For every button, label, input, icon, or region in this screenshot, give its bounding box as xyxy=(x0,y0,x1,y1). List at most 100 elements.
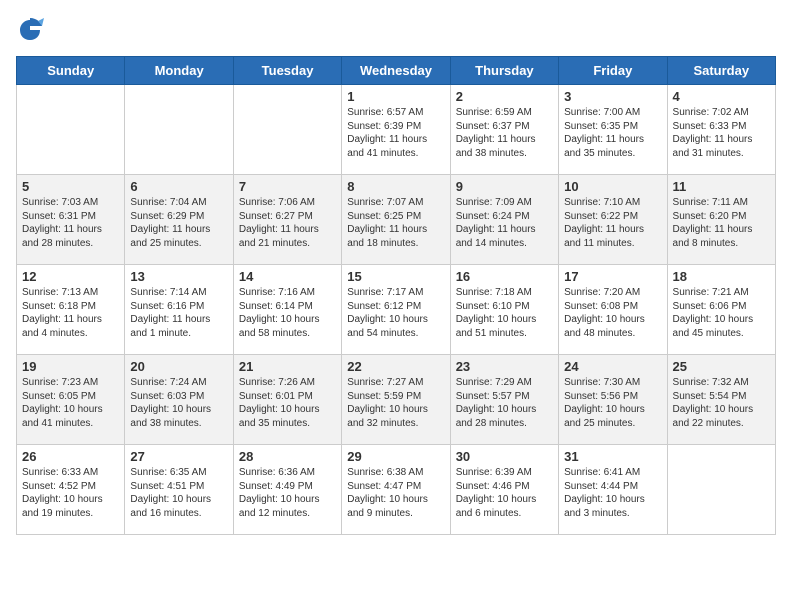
day-info: Sunrise: 7:11 AM Sunset: 6:20 PM Dayligh… xyxy=(673,196,770,250)
day-info: Sunrise: 6:57 AM Sunset: 6:39 PM Dayligh… xyxy=(347,106,444,160)
day-number: 15 xyxy=(347,269,444,284)
calendar-week-3: 12 Sunrise: 7:13 AM Sunset: 6:18 PM Dayli… xyxy=(17,265,776,355)
day-number: 17 xyxy=(564,269,661,284)
day-info: Sunrise: 7:04 AM Sunset: 6:29 PM Dayligh… xyxy=(130,196,227,250)
day-info: Sunrise: 7:26 AM Sunset: 6:01 PM Dayligh… xyxy=(239,376,336,430)
day-info: Sunrise: 7:02 AM Sunset: 6:33 PM Dayligh… xyxy=(673,106,770,160)
day-number: 26 xyxy=(22,449,119,464)
day-number: 19 xyxy=(22,359,119,374)
calendar-cell: 28Sunrise: 6:36 AM Sunset: 4:49 PM Dayli… xyxy=(233,445,341,535)
day-info: Sunrise: 6:39 AM Sunset: 4:46 PM Dayligh… xyxy=(456,466,553,520)
calendar-cell: 9 Sunrise: 7:09 AM Sunset: 6:24 PM Daylig… xyxy=(450,175,558,265)
calendar-cell: 21 Sunrise: 7:26 AM Sunset: 6:01 PM Dayli… xyxy=(233,355,341,445)
day-info: Sunrise: 7:18 AM Sunset: 6:10 PM Dayligh… xyxy=(456,286,553,340)
day-info: Sunrise: 6:59 AM Sunset: 6:37 PM Dayligh… xyxy=(456,106,553,160)
day-info: Sunrise: 7:24 AM Sunset: 6:03 PM Dayligh… xyxy=(130,376,227,430)
day-number: 30 xyxy=(456,449,553,464)
calendar-cell: 14 Sunrise: 7:16 AM Sunset: 6:14 PM Dayli… xyxy=(233,265,341,355)
day-number: 2 xyxy=(456,89,553,104)
day-info: Sunrise: 7:10 AM Sunset: 6:22 PM Dayligh… xyxy=(564,196,661,250)
day-number: 5 xyxy=(22,179,119,194)
day-number: 10 xyxy=(564,179,661,194)
calendar-cell: 13Sunrise: 7:14 AM Sunset: 6:16 PM Dayli… xyxy=(125,265,233,355)
logo-icon xyxy=(16,16,44,44)
calendar-header-row: SundayMondayTuesdayWednesdayThursdayFrid… xyxy=(17,57,776,85)
day-number: 27 xyxy=(130,449,227,464)
day-number: 9 xyxy=(456,179,553,194)
calendar-cell xyxy=(233,85,341,175)
day-number: 12 xyxy=(22,269,119,284)
day-number: 14 xyxy=(239,269,336,284)
day-number: 31 xyxy=(564,449,661,464)
calendar-cell: 25 Sunrise: 7:32 AM Sunset: 5:54 PM Dayli… xyxy=(667,355,775,445)
calendar-cell: 16Sunrise: 7:18 AM Sunset: 6:10 PM Dayli… xyxy=(450,265,558,355)
calendar-cell: 7Sunrise: 7:06 AM Sunset: 6:27 PM Daylig… xyxy=(233,175,341,265)
day-info: Sunrise: 7:23 AM Sunset: 6:05 PM Dayligh… xyxy=(22,376,119,430)
day-info: Sunrise: 7:27 AM Sunset: 5:59 PM Dayligh… xyxy=(347,376,444,430)
day-info: Sunrise: 7:32 AM Sunset: 5:54 PM Dayligh… xyxy=(673,376,770,430)
calendar-cell: 2 Sunrise: 6:59 AM Sunset: 6:37 PM Daylig… xyxy=(450,85,558,175)
calendar-cell: 30 Sunrise: 6:39 AM Sunset: 4:46 PM Dayli… xyxy=(450,445,558,535)
page-header xyxy=(16,16,776,44)
calendar-cell: 24 Sunrise: 7:30 AM Sunset: 5:56 PM Dayli… xyxy=(559,355,667,445)
day-info: Sunrise: 6:35 AM Sunset: 4:51 PM Dayligh… xyxy=(130,466,227,520)
day-number: 20 xyxy=(130,359,227,374)
calendar-week-2: 5 Sunrise: 7:03 AM Sunset: 6:31 PM Daylig… xyxy=(17,175,776,265)
calendar-cell: 20 Sunrise: 7:24 AM Sunset: 6:03 PM Dayli… xyxy=(125,355,233,445)
calendar-cell: 3Sunrise: 7:00 AM Sunset: 6:35 PM Daylig… xyxy=(559,85,667,175)
day-header-monday: Monday xyxy=(125,57,233,85)
calendar-week-5: 26 Sunrise: 6:33 AM Sunset: 4:52 PM Dayli… xyxy=(17,445,776,535)
calendar-cell xyxy=(17,85,125,175)
day-number: 7 xyxy=(239,179,336,194)
day-info: Sunrise: 6:38 AM Sunset: 4:47 PM Dayligh… xyxy=(347,466,444,520)
day-number: 23 xyxy=(456,359,553,374)
calendar-cell: 19 Sunrise: 7:23 AM Sunset: 6:05 PM Dayli… xyxy=(17,355,125,445)
day-number: 8 xyxy=(347,179,444,194)
day-number: 3 xyxy=(564,89,661,104)
day-header-tuesday: Tuesday xyxy=(233,57,341,85)
day-info: Sunrise: 6:33 AM Sunset: 4:52 PM Dayligh… xyxy=(22,466,119,520)
calendar-cell: 29 Sunrise: 6:38 AM Sunset: 4:47 PM Dayli… xyxy=(342,445,450,535)
day-info: Sunrise: 7:21 AM Sunset: 6:06 PM Dayligh… xyxy=(673,286,770,340)
day-info: Sunrise: 6:36 AM Sunset: 4:49 PM Dayligh… xyxy=(239,466,336,520)
calendar-cell: 10 Sunrise: 7:10 AM Sunset: 6:22 PM Dayli… xyxy=(559,175,667,265)
day-number: 22 xyxy=(347,359,444,374)
day-info: Sunrise: 7:03 AM Sunset: 6:31 PM Dayligh… xyxy=(22,196,119,250)
day-number: 18 xyxy=(673,269,770,284)
calendar-cell: 4 Sunrise: 7:02 AM Sunset: 6:33 PM Daylig… xyxy=(667,85,775,175)
calendar-cell: 1Sunrise: 6:57 AM Sunset: 6:39 PM Daylig… xyxy=(342,85,450,175)
calendar-week-4: 19 Sunrise: 7:23 AM Sunset: 6:05 PM Dayli… xyxy=(17,355,776,445)
calendar-table: SundayMondayTuesdayWednesdayThursdayFrid… xyxy=(16,56,776,535)
day-number: 24 xyxy=(564,359,661,374)
calendar-cell: 5 Sunrise: 7:03 AM Sunset: 6:31 PM Daylig… xyxy=(17,175,125,265)
day-number: 25 xyxy=(673,359,770,374)
calendar-cell: 15 Sunrise: 7:17 AM Sunset: 6:12 PM Dayli… xyxy=(342,265,450,355)
day-info: Sunrise: 7:14 AM Sunset: 6:16 PM Dayligh… xyxy=(130,286,227,340)
calendar-cell: 23Sunrise: 7:29 AM Sunset: 5:57 PM Dayli… xyxy=(450,355,558,445)
day-info: Sunrise: 7:13 AM Sunset: 6:18 PM Dayligh… xyxy=(22,286,119,340)
day-number: 29 xyxy=(347,449,444,464)
calendar-cell xyxy=(125,85,233,175)
calendar-cell: 27 Sunrise: 6:35 AM Sunset: 4:51 PM Dayli… xyxy=(125,445,233,535)
day-info: Sunrise: 7:17 AM Sunset: 6:12 PM Dayligh… xyxy=(347,286,444,340)
calendar-cell: 6 Sunrise: 7:04 AM Sunset: 6:29 PM Daylig… xyxy=(125,175,233,265)
day-number: 21 xyxy=(239,359,336,374)
day-header-friday: Friday xyxy=(559,57,667,85)
day-header-saturday: Saturday xyxy=(667,57,775,85)
calendar-cell: 17 Sunrise: 7:20 AM Sunset: 6:08 PM Dayli… xyxy=(559,265,667,355)
day-header-sunday: Sunday xyxy=(17,57,125,85)
day-info: Sunrise: 7:20 AM Sunset: 6:08 PM Dayligh… xyxy=(564,286,661,340)
calendar-cell: 11 Sunrise: 7:11 AM Sunset: 6:20 PM Dayli… xyxy=(667,175,775,265)
calendar-cell xyxy=(667,445,775,535)
day-info: Sunrise: 7:30 AM Sunset: 5:56 PM Dayligh… xyxy=(564,376,661,430)
calendar-cell: 8 Sunrise: 7:07 AM Sunset: 6:25 PM Daylig… xyxy=(342,175,450,265)
day-info: Sunrise: 7:07 AM Sunset: 6:25 PM Dayligh… xyxy=(347,196,444,250)
day-header-wednesday: Wednesday xyxy=(342,57,450,85)
calendar-cell: 22 Sunrise: 7:27 AM Sunset: 5:59 PM Dayli… xyxy=(342,355,450,445)
day-number: 4 xyxy=(673,89,770,104)
day-info: Sunrise: 7:16 AM Sunset: 6:14 PM Dayligh… xyxy=(239,286,336,340)
calendar-cell: 18 Sunrise: 7:21 AM Sunset: 6:06 PM Dayli… xyxy=(667,265,775,355)
day-number: 6 xyxy=(130,179,227,194)
day-number: 11 xyxy=(673,179,770,194)
day-info: Sunrise: 7:09 AM Sunset: 6:24 PM Dayligh… xyxy=(456,196,553,250)
